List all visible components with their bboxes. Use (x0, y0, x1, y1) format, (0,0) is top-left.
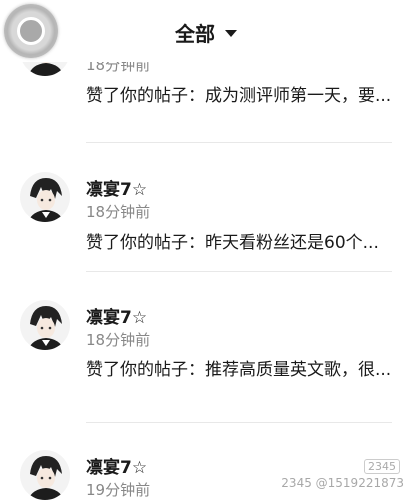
user-name[interactable]: 凛宴7☆ (86, 303, 147, 328)
user-name[interactable]: 凛宴7☆ (86, 453, 147, 478)
avatar[interactable] (20, 450, 70, 500)
divider (86, 142, 392, 143)
divider (86, 271, 392, 272)
filter-dropdown[interactable]: 全部 (0, 18, 412, 47)
notification-time: 18分钟前 (86, 203, 151, 221)
notification-content: 赞了你的帖子：昨天看粉丝还是60个... (86, 233, 379, 253)
assistive-touch-icon (17, 17, 45, 45)
notification-content: 赞了你的帖子：推荐高质量英文歌，很... (86, 360, 392, 380)
notification-time: 18分钟前 (86, 331, 151, 349)
top-bar: 全部 (0, 0, 412, 62)
watermark-text: 2345 @1519221873 (281, 476, 404, 490)
triangle-down-icon (225, 30, 237, 37)
notification-time: 19分钟前 (86, 481, 151, 499)
watermark-logo: 2345 (364, 459, 400, 474)
assistive-touch-button[interactable] (4, 4, 58, 58)
notification-content: 赞了你的帖子：成为测评师第一天，要... (86, 86, 392, 106)
avatar[interactable] (20, 172, 70, 222)
user-name[interactable]: 凛宴7☆ (86, 175, 147, 200)
filter-label: 全部 (175, 22, 215, 46)
avatar[interactable] (20, 300, 70, 350)
divider (86, 422, 392, 423)
